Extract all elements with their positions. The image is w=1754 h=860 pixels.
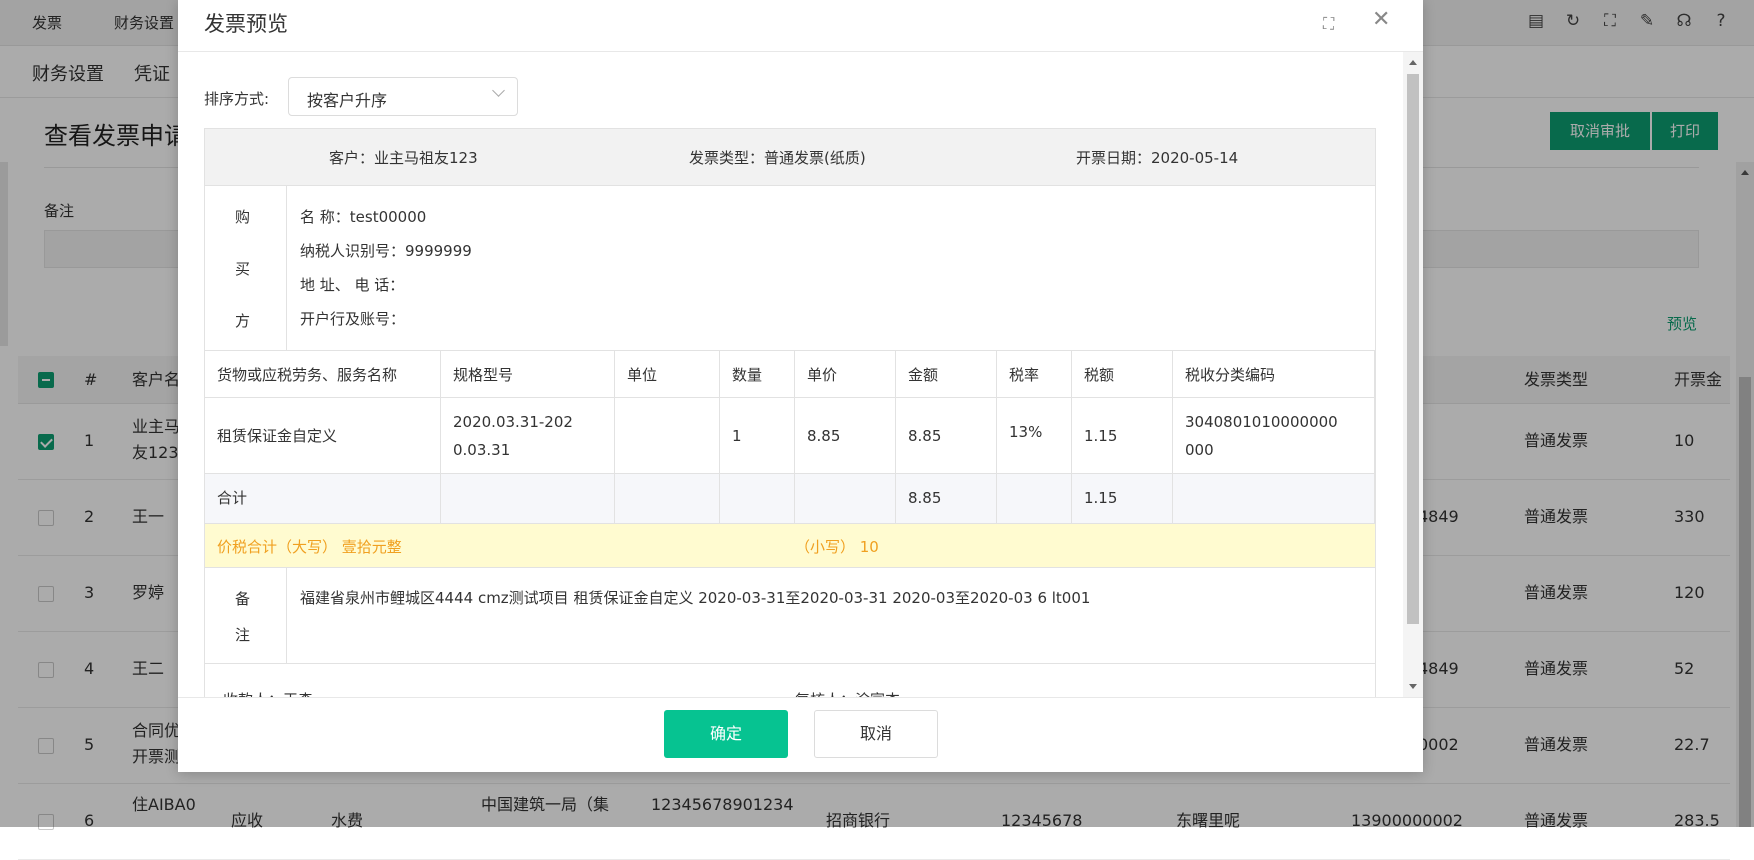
dialog-header: 发票预览 ⛶ ✕ <box>178 0 1423 52</box>
item-code: 3040801010000000 000 <box>1173 398 1375 474</box>
col-rate: 税率 <box>997 350 1072 398</box>
remark-side-label: 备 注 <box>205 568 287 664</box>
col-tax: 税额 <box>1072 350 1173 398</box>
sum-amount: 8.85 <box>896 474 997 524</box>
buyer-bank: 开户行及账号： <box>300 310 406 328</box>
app-window: 发票 财务设置 ▤ ↻ ⛶ ✎ ☊ ? 财务设置 凭证 查看发票申请 取消审批 … <box>0 0 1754 860</box>
sum-cell <box>441 474 615 524</box>
invoice-summary: 客户：业主马祖友123 发票类型：普通发票(纸质) 开票日期：2020-05-1… <box>205 129 1375 186</box>
item-name: 租赁保证金自定义 <box>205 398 441 474</box>
item-rate: 13% <box>997 398 1072 474</box>
col-goods: 货物或应税劳务、服务名称 <box>205 350 441 398</box>
sort-label: 排序方式: <box>204 90 270 108</box>
cancel-button[interactable]: 取消 <box>814 710 938 758</box>
item-code-line: 3040801010000000 <box>1185 413 1338 431</box>
sort-select[interactable]: 按客户升序 <box>288 77 518 116</box>
item-amount: 8.85 <box>896 398 997 474</box>
sum-label: 合计 <box>205 474 441 524</box>
col-price: 单价 <box>795 350 896 398</box>
checker: 复核人：涂富杰 <box>795 689 900 697</box>
remark-char: 备 <box>235 590 251 608</box>
scroll-up-icon[interactable] <box>1409 60 1417 65</box>
total-lower: （小写） 10 <box>795 538 879 556</box>
sum-tax: 1.15 <box>1072 474 1173 524</box>
col-unit: 单位 <box>615 350 720 398</box>
col-code: 税收分类编码 <box>1173 350 1375 398</box>
sum-cell <box>615 474 720 524</box>
scroll-down-icon[interactable] <box>1409 684 1417 689</box>
buyer-char: 买 <box>235 260 251 278</box>
item-spec: 2020.03.31-202 0.03.31 <box>441 398 615 474</box>
buyer-side-label: 购 买 方 <box>205 186 287 350</box>
item-price: 8.85 <box>795 398 896 474</box>
buyer-tax-id: 纳税人识别号：9999999 <box>300 242 472 260</box>
sum-cell <box>1173 474 1375 524</box>
grand-total-row: 价税合计（大写） 壹拾元整 （小写） 10 <box>205 524 1375 568</box>
invoice-remark: 福建省泉州市鲤城区4444 cmz测试项目 租赁保证金自定义 2020-03-3… <box>300 589 1091 607</box>
total-upper: 价税合计（大写） 壹拾元整 <box>217 538 402 556</box>
invoice-type: 发票类型：普通发票(纸质) <box>689 149 866 167</box>
invoice-preview-dialog: 发票预览 ⛶ ✕ 排序方式: 按客户升序 客户：业主马祖友123 发票类型：普通… <box>178 0 1423 772</box>
remark-area <box>287 568 1375 664</box>
col-spec: 规格型号 <box>441 350 615 398</box>
dialog-footer: 确定 取消 <box>178 697 1423 772</box>
buyer-address: 地 址、 电 话： <box>300 276 405 294</box>
item-spec-line: 2020.03.31-202 <box>453 413 573 431</box>
confirm-button[interactable]: 确定 <box>664 710 788 758</box>
col-qty: 数量 <box>720 350 795 398</box>
sort-value: 按客户升序 <box>307 91 388 110</box>
close-icon[interactable]: ✕ <box>1372 9 1390 31</box>
sum-cell <box>795 474 896 524</box>
item-spec-line: 0.03.31 <box>453 441 511 459</box>
payee: 收款人：王森 <box>223 689 313 697</box>
invoice-card: 客户：业主马祖友123 发票类型：普通发票(纸质) 开票日期：2020-05-1… <box>204 128 1376 697</box>
remark-char: 注 <box>235 626 251 644</box>
sum-cell <box>720 474 795 524</box>
buyer-char: 方 <box>235 312 251 330</box>
dialog-body: 排序方式: 按客户升序 客户：业主马祖友123 发票类型：普通发票(纸质) 开票… <box>178 52 1403 697</box>
item-code-line: 000 <box>1185 441 1214 459</box>
buyer-char: 购 <box>235 208 251 226</box>
buyer-name: 名 称：test00000 <box>300 208 427 226</box>
dialog-scrollbar-thumb[interactable] <box>1407 74 1419 624</box>
invoice-customer: 客户：业主马祖友123 <box>329 149 478 167</box>
invoice-date: 开票日期：2020-05-14 <box>1076 149 1239 167</box>
sum-cell <box>997 474 1072 524</box>
dialog-scrollbar[interactable] <box>1403 52 1423 697</box>
item-unit <box>615 398 720 474</box>
col-amount: 金额 <box>896 350 997 398</box>
item-tax: 1.15 <box>1072 398 1173 474</box>
item-qty: 1 <box>720 398 795 474</box>
maximize-icon[interactable]: ⛶ <box>1323 14 1334 34</box>
dialog-title: 发票预览 <box>204 12 288 36</box>
chevron-down-icon <box>492 84 505 97</box>
